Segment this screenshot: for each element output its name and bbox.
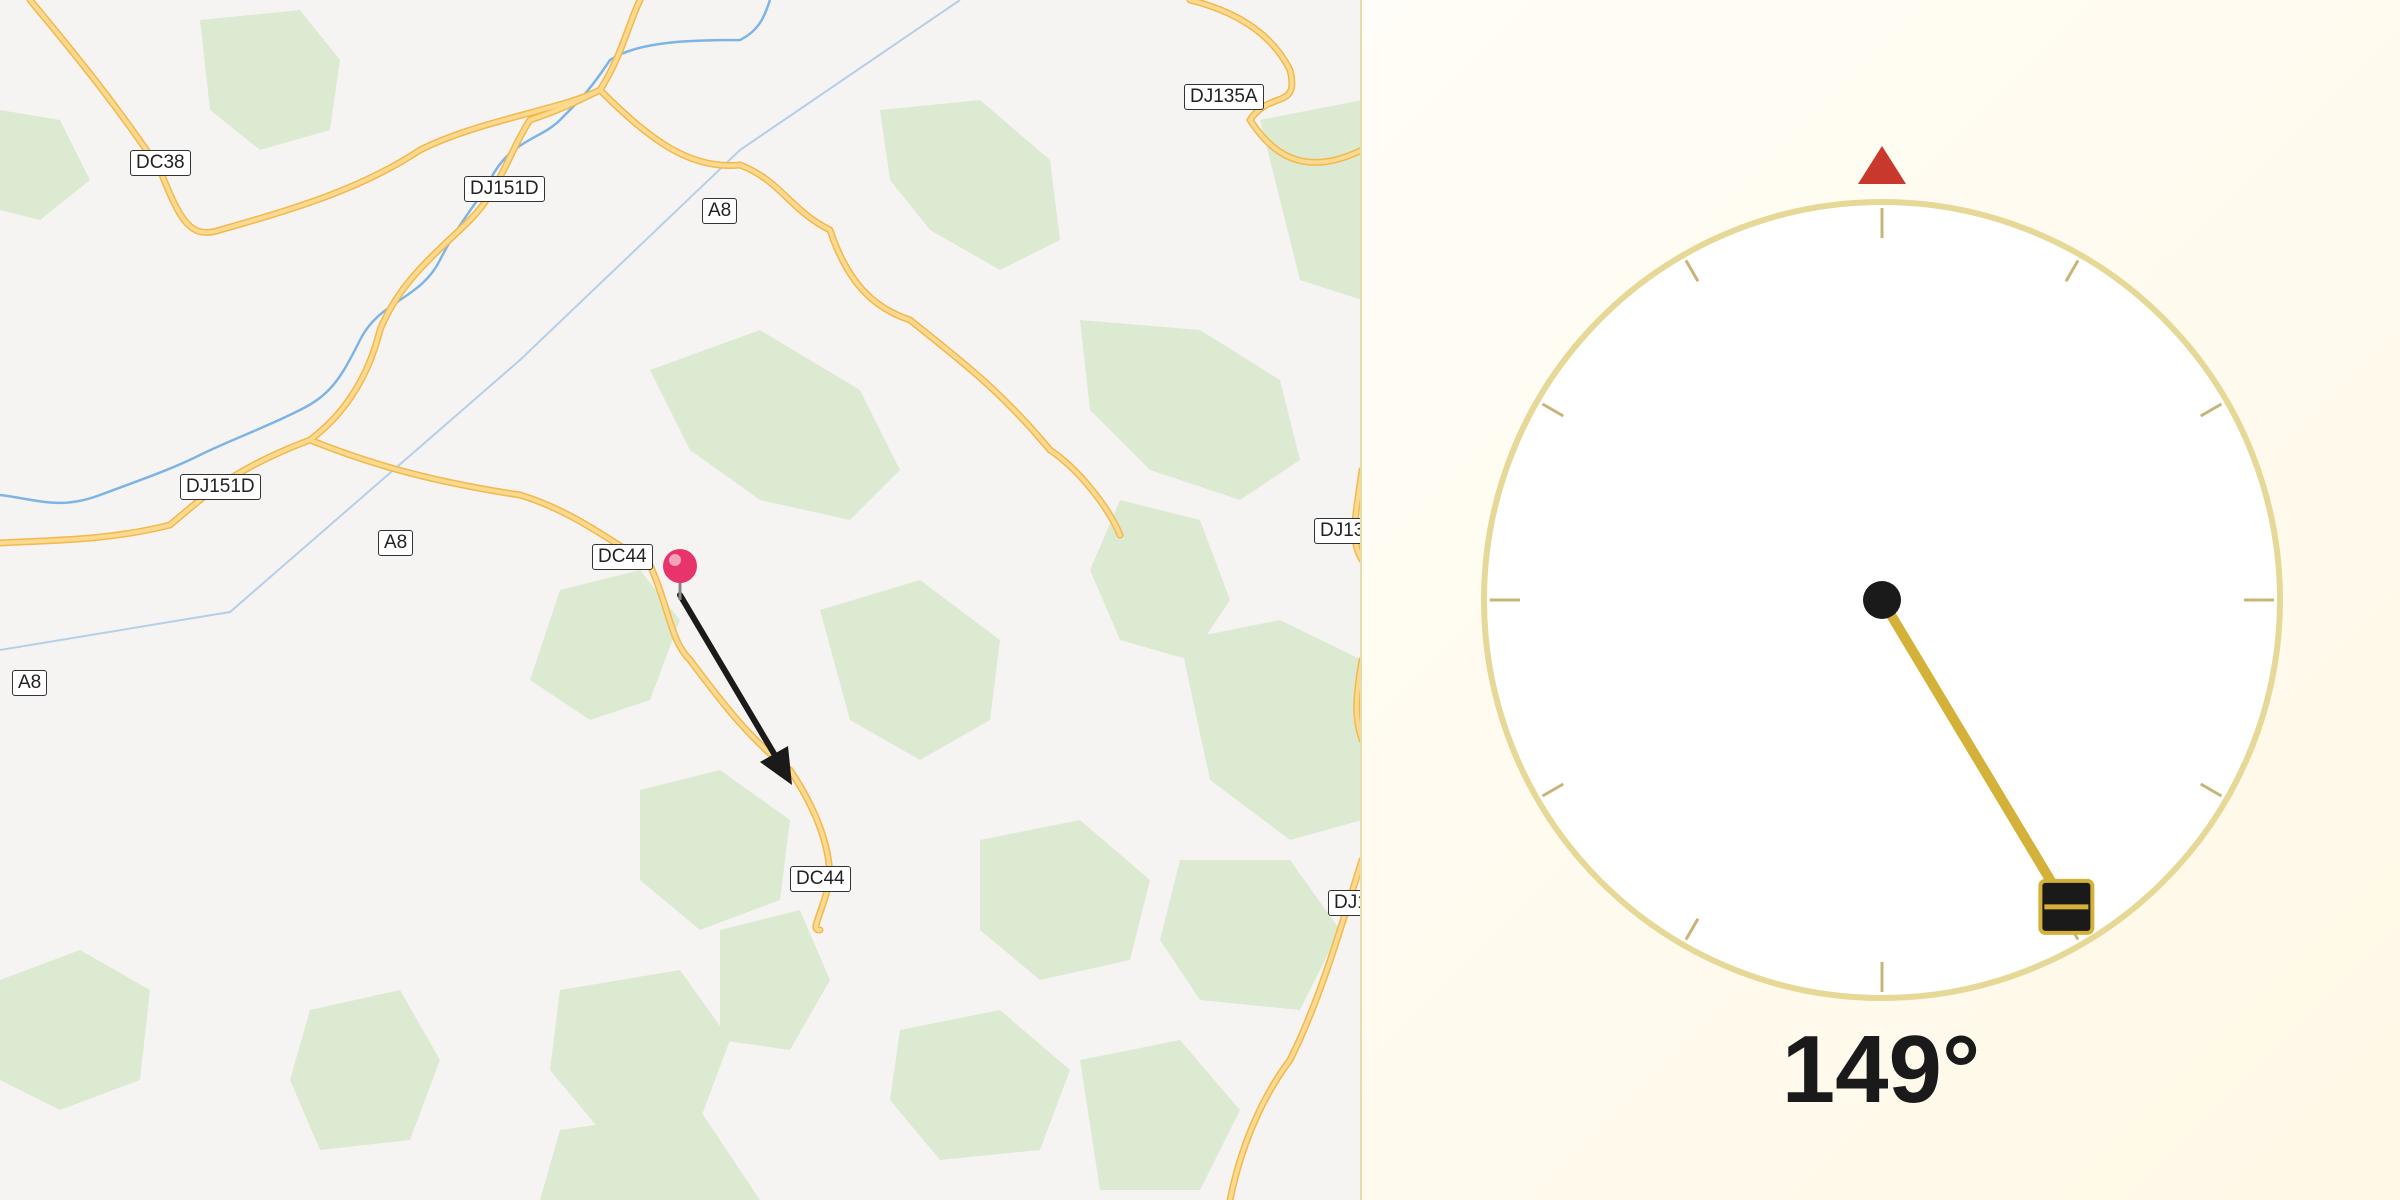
road-label: A8: [12, 670, 48, 696]
road-label: DJ13: [1314, 518, 1362, 544]
dial-hub: [1863, 581, 1901, 619]
road-label: A8: [702, 198, 738, 224]
road-label: DJ151D: [180, 474, 261, 500]
needle-handle[interactable]: [2038, 878, 2095, 935]
road-label: DC38: [130, 150, 191, 176]
road-label: DJ1: [1328, 890, 1362, 916]
road-label: DJ151D: [464, 176, 545, 202]
road-label: DC44: [592, 544, 653, 570]
map-panel[interactable]: DC38 DJ151D A8 DJ135A DJ151D A8 DC44 A8 …: [0, 0, 1362, 1200]
heading-readout: 149°: [1781, 1016, 1981, 1123]
map-canvas[interactable]: [0, 0, 1362, 1200]
road-label: DC44: [790, 866, 851, 892]
road-label: A8: [378, 530, 414, 556]
north-marker-icon: [1858, 146, 1906, 184]
heading-dial-panel: 149°: [1362, 0, 2400, 1200]
road-label: DJ135A: [1184, 84, 1264, 110]
